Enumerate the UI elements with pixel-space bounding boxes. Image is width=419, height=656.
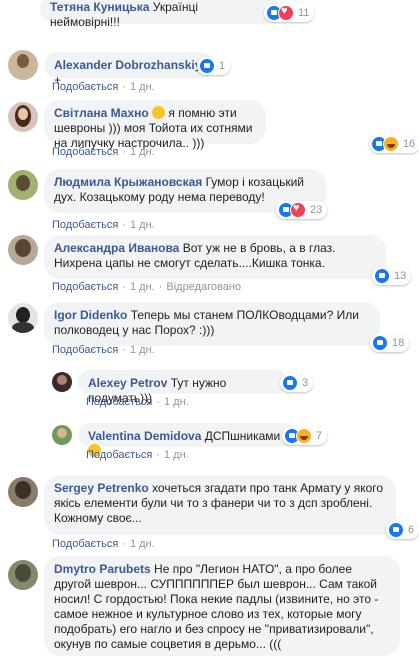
- comment-actions: Подобається · 1 дн.: [52, 219, 155, 231]
- comment-author[interactable]: Тетяна Куницька: [50, 0, 149, 14]
- comment-author[interactable]: Dmytro Parubets: [54, 562, 151, 576]
- grinning-emoji-icon: [152, 106, 166, 119]
- timestamp[interactable]: 1 дн.: [130, 281, 155, 293]
- comment-author[interactable]: Igor Didenko: [54, 308, 127, 322]
- reactions-badge[interactable]: 16: [369, 135, 419, 153]
- avatar[interactable]: [8, 102, 38, 132]
- comment-actions: Подобається · 1 дн.: [52, 538, 155, 550]
- reaction-count: 6: [408, 524, 415, 536]
- reactions-badge[interactable]: 13: [372, 267, 412, 285]
- timestamp[interactable]: 1 дн.: [130, 219, 155, 231]
- like-link[interactable]: Подобається: [52, 538, 118, 550]
- like-icon: [372, 335, 388, 351]
- reactions-badge[interactable]: 23: [276, 201, 328, 219]
- like-icon: [199, 58, 215, 74]
- comment-bubble: Sergey Petrenko хочеться згадати про тан…: [44, 475, 396, 535]
- like-link[interactable]: Подобається: [52, 146, 118, 158]
- comment-author[interactable]: Людмила Крыжановская: [54, 175, 202, 189]
- love-icon: [278, 5, 294, 21]
- like-link[interactable]: Подобається: [52, 219, 118, 231]
- avatar[interactable]: [8, 50, 38, 80]
- timestamp[interactable]: 1 дн.: [164, 396, 189, 408]
- comment-actions: Подобається · 1 дн.: [86, 396, 189, 408]
- comment-bubble: Тетяна Куницька Українці неймовірні!!!: [40, 0, 280, 29]
- comment-author[interactable]: Valentina Demidova: [88, 429, 201, 443]
- comment-bubble: Світлана Махно я помню эти шевроны ))) м…: [44, 100, 266, 150]
- like-icon: [388, 522, 404, 538]
- timestamp[interactable]: 1 дн.: [130, 146, 155, 158]
- comment-actions: Подобається · 1 дн. · Відредаговано: [52, 281, 242, 293]
- reactions-badge[interactable]: 3: [280, 374, 314, 392]
- avatar[interactable]: [8, 170, 38, 200]
- love-icon: [290, 202, 306, 218]
- comment-actions: Подобається · 1 дн.: [52, 344, 155, 356]
- reactions-badge[interactable]: 11: [264, 4, 315, 22]
- comment-bubble: Igor Didenko Теперь мы станем ПОЛКОводца…: [44, 302, 380, 346]
- comment-bubble: Alexey Petrov Тут нужно подумать))): [78, 370, 288, 405]
- timestamp[interactable]: 1 дн.: [164, 449, 189, 461]
- comment-bubble: Valentina Demidova ДСПшниками: [78, 423, 296, 457]
- comment-author[interactable]: Alexander Dobrozhanskiy: [54, 58, 201, 72]
- reaction-count: 18: [392, 337, 405, 349]
- like-icon: [374, 268, 390, 284]
- reaction-count: 13: [394, 270, 407, 282]
- like-link[interactable]: Подобається: [52, 281, 118, 293]
- reactions-badge[interactable]: 6: [386, 521, 419, 539]
- like-link[interactable]: Подобається: [86, 396, 152, 408]
- reaction-count: 11: [298, 7, 310, 19]
- comment-bubble: Dmytro Parubets Не про "Легион НАТО", а …: [44, 556, 400, 656]
- like-link[interactable]: Подобається: [52, 344, 118, 356]
- comment-actions: Подобається · 1 дн.: [86, 449, 189, 461]
- reaction-count: 1: [219, 60, 226, 72]
- avatar[interactable]: [8, 560, 38, 590]
- timestamp[interactable]: 1 дн.: [130, 81, 155, 93]
- reactions-badge[interactable]: 7: [282, 427, 328, 445]
- reaction-count: 3: [302, 377, 309, 389]
- timestamp[interactable]: 1 дн.: [130, 538, 155, 550]
- comment-author[interactable]: Світлана Махно: [54, 106, 149, 120]
- avatar[interactable]: [52, 372, 72, 392]
- comment-author[interactable]: Alexey Petrov: [88, 376, 167, 390]
- reaction-count: 16: [403, 138, 416, 150]
- comment-bubble: Александра Иванова Вот уж не в бровь, а …: [44, 235, 386, 279]
- timestamp[interactable]: 1 дн.: [130, 344, 155, 356]
- comment-actions: Подобається · 1 дн.: [52, 81, 155, 93]
- edited-label[interactable]: Відредаговано: [166, 281, 241, 293]
- reactions-badge[interactable]: 1: [197, 57, 231, 75]
- comment-author[interactable]: Александра Иванова: [54, 241, 179, 255]
- avatar[interactable]: [8, 235, 38, 265]
- comment-bubble: Alexander Dobrozhanskiy +: [44, 52, 214, 87]
- like-icon: [282, 375, 298, 391]
- reaction-count: 7: [316, 430, 323, 442]
- comment-text: ДСПшниками: [204, 429, 281, 443]
- reaction-count: 23: [310, 204, 323, 216]
- avatar[interactable]: [8, 303, 38, 333]
- avatar[interactable]: [52, 425, 72, 445]
- like-link[interactable]: Подобається: [52, 81, 118, 93]
- comment-author[interactable]: Sergey Petrenko: [54, 481, 149, 495]
- avatar[interactable]: [8, 477, 38, 507]
- haha-icon: [383, 136, 399, 152]
- like-link[interactable]: Подобається: [86, 449, 152, 461]
- reactions-badge[interactable]: 18: [370, 334, 410, 352]
- comment-actions: Подобається · 1 дн.: [52, 146, 155, 158]
- haha-icon: [296, 428, 312, 444]
